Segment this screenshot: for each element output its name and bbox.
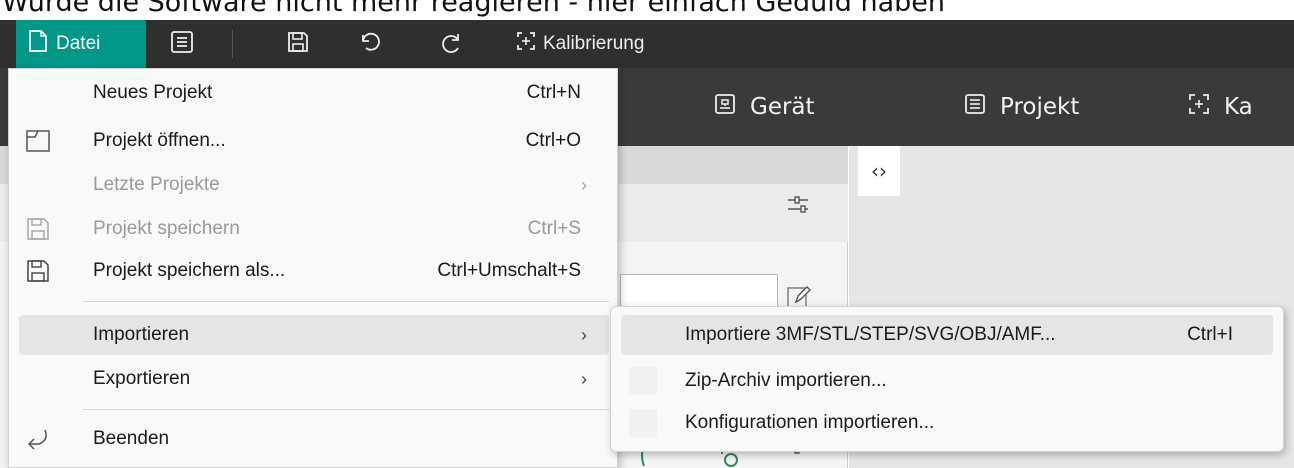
collapse-arrows-icon: ‹›: [871, 159, 887, 183]
chevron-right-icon: ›: [581, 369, 587, 389]
menu-item-label: Projekt speichern: [93, 218, 240, 239]
tab-calibration[interactable]: Ka: [1188, 68, 1253, 146]
folder-icon: [25, 128, 51, 154]
menu-item-new-project[interactable]: Neues Projekt Ctrl+N: [19, 73, 609, 113]
menu-item-shortcut: Ctrl+Umschalt+S: [437, 260, 581, 281]
menu-item-save-project[interactable]: Projekt speichern Ctrl+S: [19, 209, 609, 249]
tab-device[interactable]: Gerät: [714, 68, 815, 146]
tab-project[interactable]: Projekt: [964, 68, 1079, 146]
menu-divider: [83, 409, 609, 410]
config-file-icon: [629, 409, 657, 437]
list-menu-button[interactable]: [170, 20, 194, 68]
caption-text: Wurde die Software nicht mehr reagieren …: [2, 0, 945, 18]
file-menu-button[interactable]: Datei: [16, 20, 146, 68]
toolbar-divider: [232, 30, 233, 58]
submenu-item-label: Konfigurationen importieren...: [685, 412, 935, 433]
project-list-icon: [964, 93, 986, 121]
menu-item-label: Beenden: [93, 428, 170, 449]
menu-item-shortcut: Ctrl+S: [527, 218, 581, 239]
file-icon: [28, 30, 48, 58]
calibration-icon: [516, 31, 536, 57]
list-icon: [170, 30, 194, 58]
save-icon: [286, 30, 310, 58]
menu-divider: [83, 301, 609, 302]
calibration-tab-icon: [1188, 93, 1210, 121]
menu-item-label: Importieren: [93, 324, 190, 345]
collapse-panel-button[interactable]: ‹›: [858, 146, 900, 196]
calibration-label: Kalibrierung: [543, 33, 645, 54]
submenu-item-shortcut: Ctrl+I: [1187, 324, 1233, 345]
undo-button[interactable]: [357, 20, 381, 68]
menu-item-label: Projekt speichern als...: [93, 260, 286, 281]
submenu-item-import-zip[interactable]: Zip-Archiv importieren...: [621, 361, 1273, 401]
menu-item-shortcut: Ctrl+N: [526, 82, 581, 103]
save-button[interactable]: [286, 20, 310, 68]
top-toolbar: Datei Kalibrierung: [0, 20, 1294, 68]
file-menu-label: Datei: [56, 33, 101, 54]
menu-item-label: Letzte Projekte: [93, 174, 220, 195]
tab-calibration-label: Ka: [1224, 94, 1253, 120]
submenu-item-import-configs[interactable]: Konfigurationen importieren...: [621, 403, 1273, 443]
redo-button[interactable]: [440, 20, 464, 68]
submenu-item-label: Importiere 3MF/STL/STEP/SVG/OBJ/AMF...: [685, 324, 1056, 345]
submenu-item-import-models[interactable]: Importiere 3MF/STL/STEP/SVG/OBJ/AMF... C…: [621, 315, 1273, 355]
settings-sliders-icon[interactable]: [786, 192, 810, 220]
chevron-right-icon: ›: [581, 175, 587, 195]
menu-item-quit[interactable]: Beenden: [19, 419, 609, 459]
menu-item-label: Projekt öffnen...: [93, 130, 226, 151]
chevron-right-icon: ›: [581, 325, 587, 345]
menu-item-label: Exportieren: [93, 368, 191, 389]
tab-project-label: Projekt: [1000, 94, 1080, 120]
menu-item-shortcut: Ctrl+O: [525, 130, 581, 151]
submenu-item-label: Zip-Archiv importieren...: [685, 370, 887, 391]
menu-item-export[interactable]: Exportieren ›: [19, 359, 609, 399]
menu-item-save-project-as[interactable]: Projekt speichern als... Ctrl+Umschalt+S: [19, 251, 609, 291]
zip-archive-icon: [629, 367, 657, 395]
file-dropdown-menu: Neues Projekt Ctrl+N Projekt öffnen... C…: [8, 68, 618, 468]
menu-item-label: Neues Projekt: [93, 82, 213, 103]
save-as-icon: [25, 258, 51, 284]
exit-arrow-icon: [25, 426, 51, 452]
save-icon: [25, 216, 51, 242]
undo-icon: [357, 30, 381, 58]
device-icon: [714, 93, 736, 121]
menu-item-import[interactable]: Importieren ›: [19, 315, 609, 355]
menu-item-open-project[interactable]: Projekt öffnen... Ctrl+O: [19, 121, 609, 161]
menu-item-recent-projects[interactable]: Letzte Projekte ›: [19, 165, 609, 205]
import-submenu: Importiere 3MF/STL/STEP/SVG/OBJ/AMF... C…: [610, 306, 1284, 452]
redo-icon: [440, 30, 464, 58]
calibration-button[interactable]: Kalibrierung: [516, 20, 644, 68]
tab-device-label: Gerät: [750, 94, 815, 120]
